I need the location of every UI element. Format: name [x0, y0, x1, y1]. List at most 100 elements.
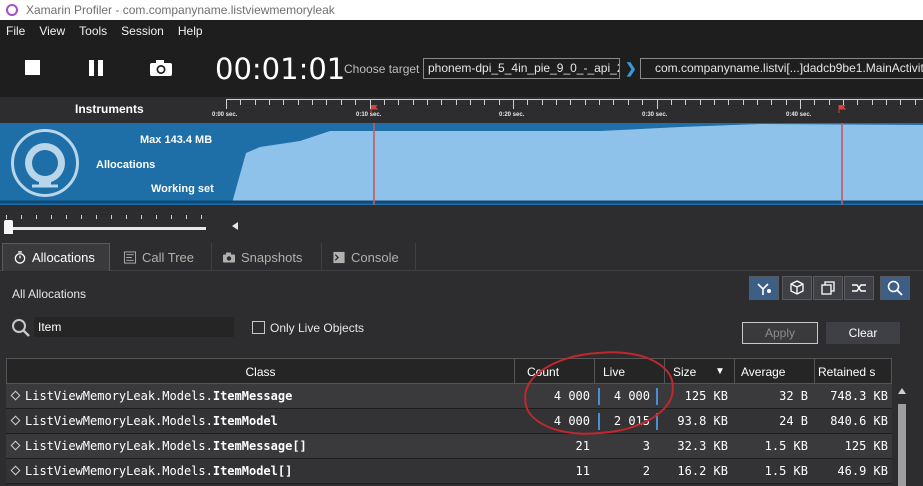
ruler-tick — [398, 99, 400, 105]
zoom-tick — [201, 215, 202, 219]
column-count[interactable]: Count — [515, 359, 595, 385]
search-icon — [887, 280, 903, 296]
copy-button[interactable] — [813, 276, 843, 300]
retained-cell: 748.3 KB — [830, 389, 888, 403]
column-size[interactable]: Size ▼ — [665, 359, 735, 385]
stop-icon[interactable] — [25, 60, 40, 75]
menu-tools[interactable]: Tools — [79, 24, 107, 38]
compare-button[interactable] — [844, 276, 874, 300]
tab-label: Console — [351, 249, 399, 265]
live-cell: 2 015 — [613, 414, 650, 428]
zoom-tick — [21, 215, 22, 219]
device-selector[interactable]: phonem-dpi_5_4in_pie_9_0_-_api_28 — [423, 58, 620, 79]
zoom-thumb[interactable] — [4, 220, 13, 234]
table-scrollbar[interactable] — [895, 380, 909, 486]
count-cell: 4 000 — [553, 389, 590, 403]
count-cell: 21 — [575, 439, 590, 453]
class-icon — [10, 390, 21, 401]
size-cell: 125 KB — [684, 389, 728, 403]
class-search-input[interactable] — [34, 317, 234, 337]
time-ruler[interactable]: 0:00 sec. 0:10 sec. 0:20 sec. 0:30 sec. … — [212, 99, 923, 123]
zoom-track[interactable] — [6, 227, 206, 230]
camera-icon[interactable] — [149, 59, 173, 77]
table-row[interactable]: ListViewMemoryLeak.Models.ItemMessage[] … — [6, 434, 892, 459]
retained-cell: 840.6 KB — [830, 414, 888, 428]
tab-console[interactable]: Console — [322, 243, 416, 271]
app-selector[interactable]: com.companyname.listvi[...]dadcb9be1.Mai… — [640, 58, 923, 79]
instruments-header: Instruments 0:00 sec. 0:10 sec. 0:20 sec… — [0, 97, 923, 123]
clear-button[interactable]: Clear — [826, 322, 900, 344]
live-only-checkbox[interactable] — [252, 321, 265, 334]
zoom-tick — [156, 215, 157, 219]
size-cell: 16.2 KB — [677, 464, 728, 478]
table-row[interactable]: ListViewMemoryLeak.Models.ItemModel 4 00… — [6, 409, 892, 434]
cube-button[interactable] — [782, 276, 812, 300]
allocations-table: Class Count Live Size ▼ Average Retained… — [6, 358, 892, 486]
table-row[interactable]: ListViewMemoryLeak.Models.ItemModel[] 11… — [6, 459, 892, 484]
table-row[interactable]: ListViewMemoryLeak.Models.ItemMessage 4 … — [6, 384, 892, 409]
snapshot-flag-icon[interactable] — [838, 105, 846, 113]
tab-call-tree[interactable]: Call Tree — [113, 243, 212, 271]
tick-label: 0:40 sec. — [786, 112, 812, 118]
tick-label: 0:20 sec. — [499, 112, 525, 118]
class-icon — [10, 415, 21, 426]
class-cell: ListViewMemoryLeak.Models.ItemMessage — [10, 384, 293, 408]
zoom-tick — [111, 215, 112, 219]
size-cell: 32.3 KB — [677, 439, 728, 453]
ruler-tick — [297, 99, 299, 105]
class-name: ItemMessage — [212, 389, 293, 403]
ruler-tick — [355, 99, 357, 105]
ruler-tick — [556, 99, 558, 105]
menu-view[interactable]: View — [39, 24, 65, 38]
ruler-tick — [843, 99, 845, 105]
tab-snapshots[interactable]: Snapshots — [212, 243, 322, 271]
scrollbar-thumb[interactable] — [898, 404, 906, 486]
cube-icon — [790, 280, 804, 295]
column-average[interactable]: Average — [735, 359, 815, 385]
column-retained[interactable]: Retained s — [815, 359, 893, 385]
camera-icon — [223, 252, 235, 262]
collapse-arrow-icon[interactable] — [232, 222, 238, 230]
column-live[interactable]: Live — [595, 359, 665, 385]
class-prefix: ListViewMemoryLeak.Models. — [25, 439, 213, 453]
menu-bar: File View Tools Session Help — [0, 20, 923, 42]
menu-session[interactable]: Session — [121, 24, 164, 38]
class-name: ItemMessage[] — [212, 439, 307, 453]
average-cell: 24 B — [779, 414, 808, 428]
ruler-tick — [828, 99, 830, 105]
ruler-tick — [627, 99, 629, 105]
class-prefix: ListViewMemoryLeak.Models. — [25, 389, 213, 403]
ruler-tick — [312, 99, 314, 105]
class-cell: ListViewMemoryLeak.Models.ItemModel[] — [10, 459, 292, 483]
group-by-button[interactable] — [749, 276, 779, 300]
allocations-graph[interactable]: Max 143.4 MB Allocations Working set — [0, 123, 923, 205]
search-toggle-button[interactable] — [880, 276, 910, 300]
ruler-tick — [613, 99, 615, 105]
pause-icon[interactable] — [89, 60, 104, 76]
tab-allocations[interactable]: Allocations — [2, 243, 110, 271]
retained-cell: 125 KB — [844, 439, 888, 453]
live-bar — [656, 413, 658, 430]
live-only-label: Only Live Objects — [270, 321, 365, 335]
column-class[interactable]: Class — [7, 359, 515, 385]
live-bar — [656, 388, 658, 405]
count-cell: 4 000 — [553, 414, 590, 428]
snapshot-flag-icon[interactable] — [370, 105, 378, 113]
menu-file[interactable]: File — [6, 24, 25, 38]
ruler-tick — [814, 99, 816, 105]
allocations-gauge-icon — [11, 129, 79, 197]
xamarin-profiler-icon — [6, 4, 18, 16]
ruler-tick — [785, 99, 787, 105]
group-icon — [757, 283, 771, 295]
ruler-tick — [599, 99, 601, 105]
apply-button[interactable]: Apply — [742, 322, 818, 344]
ruler-tick — [914, 99, 916, 105]
scroll-up-icon[interactable] — [898, 388, 906, 394]
ruler-tick — [513, 99, 514, 109]
ruler-tick — [441, 99, 443, 105]
menu-help[interactable]: Help — [178, 24, 203, 38]
zoom-tick — [126, 215, 127, 219]
choose-target-label: Choose target — [344, 62, 420, 76]
calltree-icon — [123, 250, 137, 264]
ruler-tick — [269, 99, 271, 105]
